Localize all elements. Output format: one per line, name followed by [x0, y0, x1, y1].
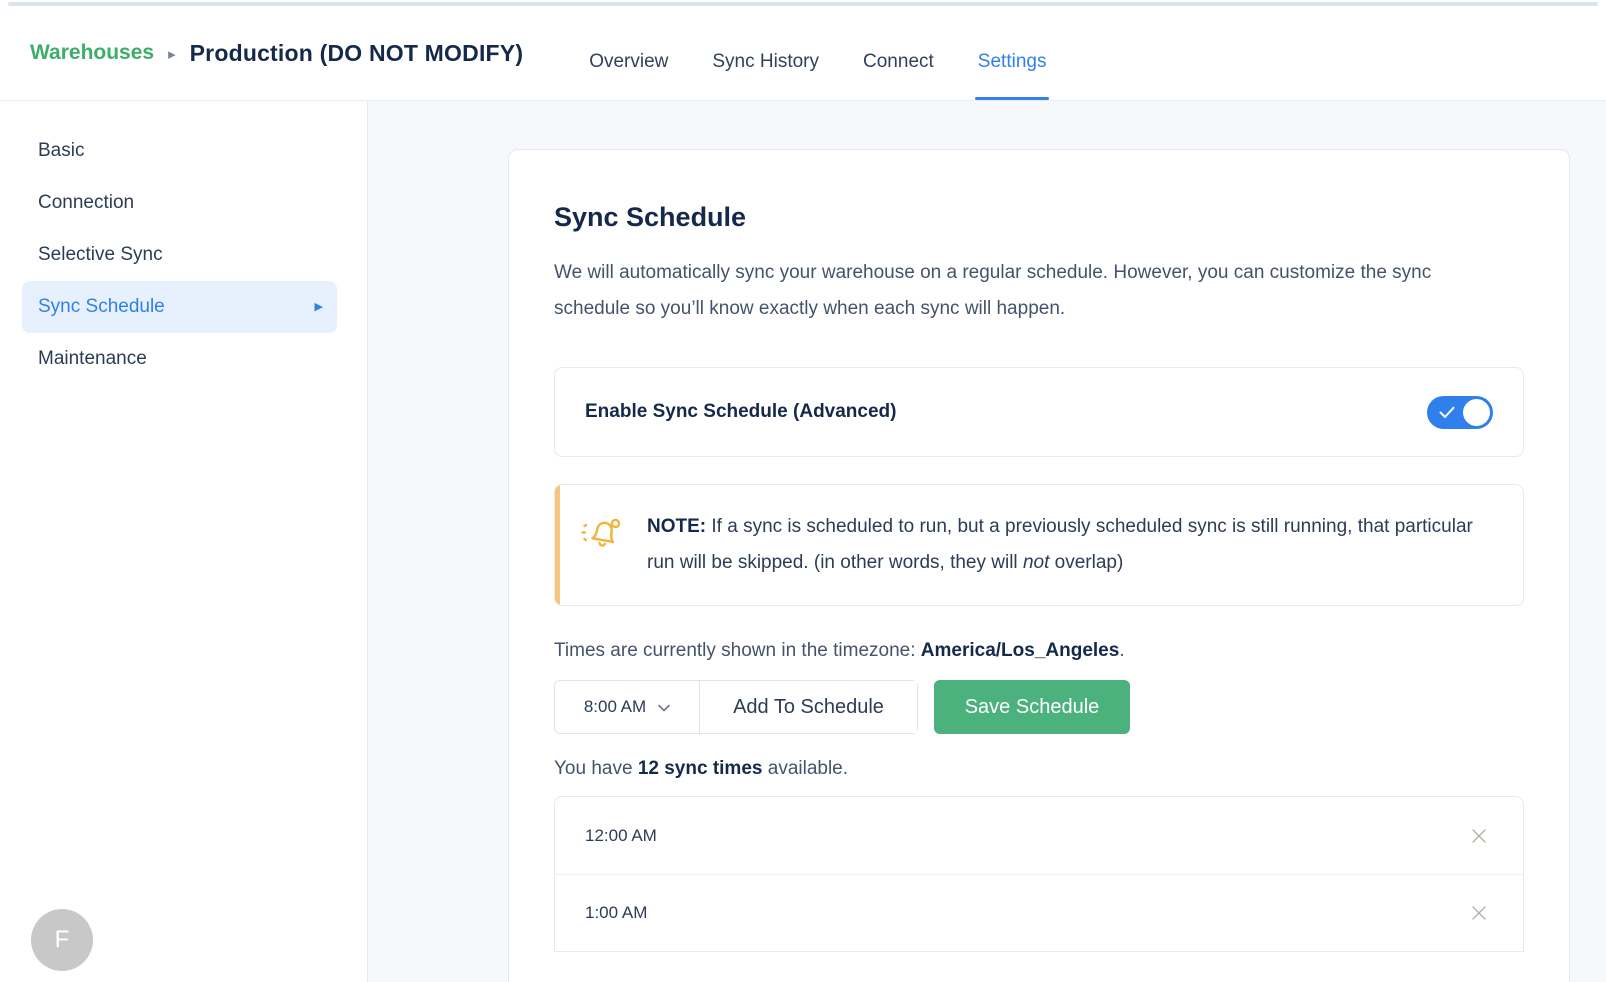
availability-count: 12 sync times — [638, 758, 763, 779]
sync-time-row: 12:00 AM — [555, 797, 1523, 874]
note-callout: NOTE: If a sync is scheduled to run, but… — [554, 484, 1524, 606]
settings-sidebar: Basic Connection Selective Sync Sync Sch… — [0, 101, 368, 982]
bell-ringing-icon — [579, 515, 625, 558]
page-header: Warehouses ▸ Production (DO NOT MODIFY) … — [0, 0, 1606, 101]
schedule-controls: 8:00 AM Add To Schedule Save Schedule — [554, 680, 1524, 734]
chevron-down-icon — [658, 697, 670, 717]
page-title: Production (DO NOT MODIFY) — [190, 40, 524, 67]
x-icon — [1469, 903, 1489, 923]
note-accent-bar — [555, 485, 560, 605]
enable-sync-schedule-toggle[interactable] — [1427, 396, 1493, 429]
chevron-right-icon: ▶ — [315, 302, 323, 313]
time-select[interactable]: 8:00 AM — [555, 681, 700, 733]
add-to-schedule-button[interactable]: Add To Schedule — [700, 681, 917, 733]
sidebar-item-basic[interactable]: Basic — [22, 125, 337, 177]
sidebar-item-maintenance[interactable]: Maintenance — [22, 333, 337, 385]
user-avatar[interactable]: F — [31, 909, 93, 971]
sidebar-item-label: Selective Sync — [38, 244, 163, 266]
note-label: NOTE: — [647, 516, 706, 537]
remove-sync-time-button[interactable] — [1465, 822, 1493, 850]
enable-sync-schedule-label: Enable Sync Schedule (Advanced) — [585, 401, 896, 423]
timezone-line: Times are currently shown in the timezon… — [554, 640, 1524, 662]
sidebar-item-label: Maintenance — [38, 348, 147, 370]
check-icon — [1439, 406, 1455, 424]
breadcrumb-warehouses-link[interactable]: Warehouses — [30, 41, 154, 65]
sync-time-row: 1:00 AM — [555, 874, 1523, 951]
sync-schedule-card: Sync Schedule We will automatically sync… — [508, 149, 1570, 982]
window-top-edge — [8, 2, 1598, 6]
main-content-area: Sync Schedule We will automatically sync… — [368, 101, 1606, 982]
sidebar-item-selective-sync[interactable]: Selective Sync — [22, 229, 337, 281]
breadcrumb-separator-icon: ▸ — [168, 45, 176, 62]
tab-sync-history[interactable]: Sync History — [712, 0, 819, 100]
sidebar-item-label: Connection — [38, 192, 134, 214]
note-body-2: overlap) — [1049, 552, 1123, 573]
tab-connect[interactable]: Connect — [863, 0, 934, 100]
time-select-value: 8:00 AM — [584, 697, 646, 717]
tab-overview[interactable]: Overview — [589, 0, 668, 100]
timezone-value: America/Los_Angeles — [921, 640, 1120, 661]
header-tabs: Overview Sync History Connect Settings — [589, 0, 1046, 100]
timezone-prefix: Times are currently shown in the timezon… — [554, 640, 921, 661]
section-description: We will automatically sync your warehous… — [554, 255, 1474, 327]
sidebar-item-connection[interactable]: Connection — [22, 177, 337, 229]
section-title: Sync Schedule — [554, 202, 1524, 233]
note-text: NOTE: If a sync is scheduled to run, but… — [647, 509, 1493, 581]
toggle-knob — [1463, 399, 1490, 426]
time-select-group: 8:00 AM Add To Schedule — [554, 680, 918, 734]
breadcrumb: Warehouses ▸ Production (DO NOT MODIFY) — [30, 0, 523, 100]
timezone-suffix: . — [1119, 640, 1124, 661]
sidebar-item-label: Basic — [38, 140, 84, 162]
tab-settings[interactable]: Settings — [978, 0, 1047, 100]
sidebar-item-sync-schedule[interactable]: Sync Schedule ▶ — [22, 281, 337, 333]
sync-time-value: 12:00 AM — [585, 826, 657, 846]
sync-time-value: 1:00 AM — [585, 903, 647, 923]
note-italic-word: not — [1023, 552, 1049, 573]
availability-line: You have 12 sync times available. — [554, 758, 1524, 780]
sync-times-list: 12:00 AM 1:00 AM — [554, 796, 1524, 952]
enable-sync-schedule-row: Enable Sync Schedule (Advanced) — [554, 367, 1524, 457]
x-icon — [1469, 826, 1489, 846]
remove-sync-time-button[interactable] — [1465, 899, 1493, 927]
sidebar-item-label: Sync Schedule — [38, 296, 165, 318]
availability-prefix: You have — [554, 758, 638, 779]
availability-suffix: available. — [762, 758, 848, 779]
save-schedule-button[interactable]: Save Schedule — [934, 680, 1130, 734]
